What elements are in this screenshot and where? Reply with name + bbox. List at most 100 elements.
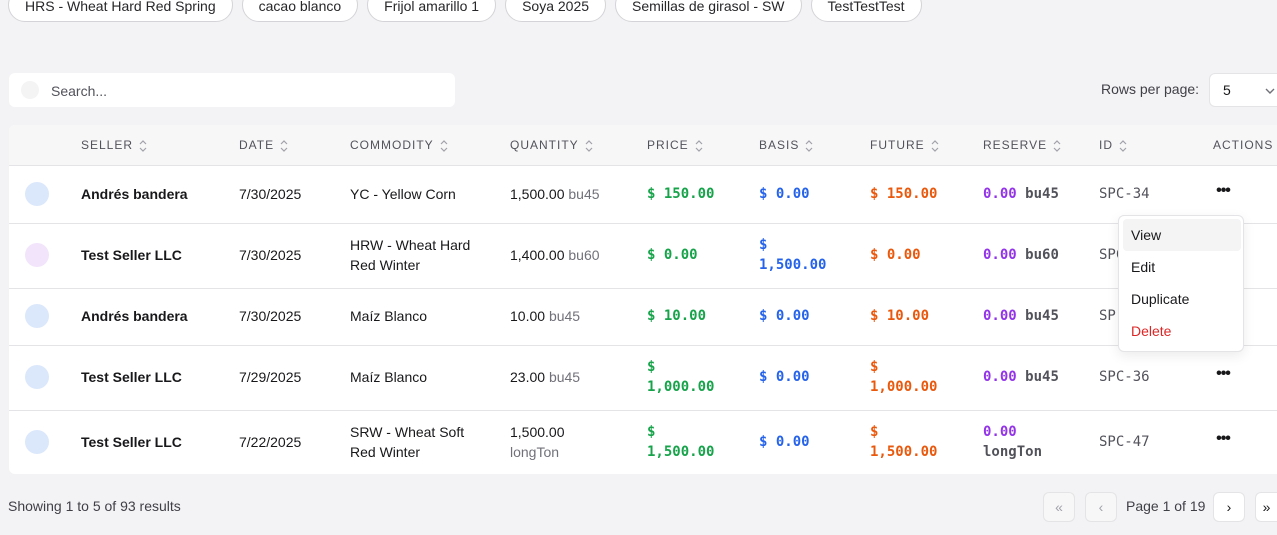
more-horizontal-icon: •••: [1216, 182, 1231, 199]
search-icon: [21, 81, 39, 99]
rows-per-page-value: 5: [1223, 82, 1231, 98]
quantity: 1,400.00 bu60: [510, 247, 600, 263]
table-row[interactable]: Test Seller LLC 7/29/2025 Maíz Blanco 23…: [9, 345, 1277, 411]
column-header-reserve[interactable]: RESERVE: [983, 138, 1061, 153]
page-indicator: Page 1 of 19: [1126, 498, 1206, 514]
first-page-button[interactable]: «: [1043, 492, 1075, 522]
filter-chip[interactable]: HRS - Wheat Hard Red Spring: [8, 0, 233, 22]
sort-icon: [280, 140, 288, 152]
sort-icon: [1119, 140, 1127, 152]
table-row[interactable]: Test Seller LLC 7/22/2025 SRW - Wheat So…: [9, 410, 1277, 474]
reserve: 0.00 longTon: [983, 424, 1043, 460]
quantity: 1,500.00 longTon: [510, 424, 565, 460]
column-header-price[interactable]: PRICE: [647, 138, 703, 153]
record-id: SPC-36: [1099, 369, 1150, 385]
rows-per-page-select[interactable]: 5: [1209, 73, 1277, 107]
menu-item-duplicate[interactable]: Duplicate: [1123, 283, 1241, 315]
search-box: [9, 73, 455, 109]
price: $ 0.00: [647, 247, 698, 263]
column-header-actions: ACTIONS: [1213, 138, 1274, 152]
sort-icon: [585, 140, 593, 152]
basis: $1,500.00: [759, 237, 827, 273]
basis: $ 0.00: [759, 369, 810, 385]
filter-chip[interactable]: cacao blanco: [241, 0, 359, 22]
date: 7/30/2025: [239, 308, 302, 324]
filter-chip[interactable]: Frijol amarillo 1: [367, 0, 497, 22]
column-header-basis[interactable]: BASIS: [759, 138, 813, 153]
basis: $ 0.00: [759, 434, 810, 450]
menu-item-delete[interactable]: Delete: [1123, 315, 1241, 347]
price: $1,000.00: [647, 359, 715, 395]
date: 7/30/2025: [239, 247, 302, 263]
column-header-commodity[interactable]: COMMODITY: [350, 138, 448, 153]
column-header-seller[interactable]: SELLER: [81, 138, 147, 153]
rows-per-page-label: Rows per page:: [1101, 81, 1200, 97]
avatar: [25, 243, 49, 267]
commodity: Maíz Blanco: [350, 369, 428, 385]
reserve: 0.00 bu45: [983, 369, 1059, 385]
commodity: SRW - Wheat Soft Red Winter: [350, 424, 465, 460]
next-page-button[interactable]: ›: [1213, 492, 1245, 522]
sort-icon: [931, 140, 939, 152]
record-id: SP: [1099, 308, 1116, 324]
future: $1,000.00: [870, 359, 938, 395]
date: 7/22/2025: [239, 434, 302, 450]
seller-name: Test Seller LLC: [81, 434, 182, 450]
sort-icon: [1053, 140, 1061, 152]
chevron-down-icon: [1265, 88, 1275, 94]
more-horizontal-icon: •••: [1216, 365, 1231, 382]
more-actions-button[interactable]: •••: [1211, 430, 1235, 450]
avatar: [25, 365, 49, 389]
date: 7/29/2025: [239, 369, 302, 385]
double-chevron-right-icon: »: [1262, 499, 1271, 515]
future: $ 0.00: [870, 247, 921, 263]
filter-chip[interactable]: Soya 2025: [505, 0, 607, 22]
future: $1,500.00: [870, 424, 938, 460]
more-actions-button[interactable]: •••: [1211, 182, 1235, 202]
quantity: 23.00 bu45: [510, 369, 581, 385]
more-horizontal-icon: •••: [1216, 430, 1231, 447]
more-actions-button[interactable]: •••: [1211, 365, 1235, 385]
seller-name: Test Seller LLC: [81, 247, 182, 263]
column-header-date[interactable]: DATE: [239, 138, 288, 153]
price: $ 10.00: [647, 308, 707, 324]
menu-item-view[interactable]: View: [1123, 219, 1241, 251]
quantity: 1,500.00 bu45: [510, 186, 600, 202]
reserve: 0.00 bu60: [983, 247, 1059, 263]
seller-name: Test Seller LLC: [81, 369, 182, 385]
last-page-button[interactable]: »: [1255, 492, 1277, 522]
seller-name: Andrés bandera: [81, 186, 188, 202]
commodity: HRW - Wheat Hard Red Winter: [350, 237, 471, 273]
sort-icon: [805, 140, 813, 152]
avatar: [25, 182, 49, 206]
basis: $ 0.00: [759, 308, 810, 324]
chevron-left-icon: ‹: [1098, 499, 1104, 515]
sort-icon: [139, 140, 147, 152]
sort-icon: [695, 140, 703, 152]
column-header-id[interactable]: ID: [1099, 138, 1127, 153]
column-header-quantity[interactable]: QUANTITY: [510, 138, 593, 153]
reserve: 0.00 bu45: [983, 308, 1059, 324]
date: 7/30/2025: [239, 186, 302, 202]
row-actions-menu: View Edit Duplicate Delete: [1118, 215, 1244, 352]
basis: $ 0.00: [759, 186, 810, 202]
results-summary: Showing 1 to 5 of 93 results: [8, 498, 181, 514]
filter-chip[interactable]: TestTestTest: [810, 0, 922, 22]
record-id: SPC-47: [1099, 434, 1150, 450]
double-chevron-left-icon: «: [1055, 499, 1063, 515]
avatar: [25, 430, 49, 454]
table-row[interactable]: Andrés bandera 7/30/2025 Maíz Blanco 10.…: [9, 288, 1277, 346]
search-input[interactable]: [49, 73, 449, 109]
menu-item-edit[interactable]: Edit: [1123, 251, 1241, 283]
quantity: 10.00 bu45: [510, 308, 581, 324]
avatar: [25, 304, 49, 328]
chevron-right-icon: ›: [1226, 499, 1232, 515]
previous-page-button[interactable]: ‹: [1085, 492, 1117, 522]
future: $ 150.00: [870, 186, 938, 202]
filter-chip[interactable]: Semillas de girasol - SW: [615, 0, 802, 22]
commodity: YC - Yellow Corn: [350, 186, 456, 202]
table-row[interactable]: Test Seller LLC 7/30/2025 HRW - Wheat Ha…: [9, 223, 1277, 289]
table-row[interactable]: Andrés bandera 7/30/2025 YC - Yellow Cor…: [9, 166, 1277, 224]
price: $1,500.00: [647, 424, 715, 460]
column-header-future[interactable]: FUTURE: [870, 138, 939, 153]
